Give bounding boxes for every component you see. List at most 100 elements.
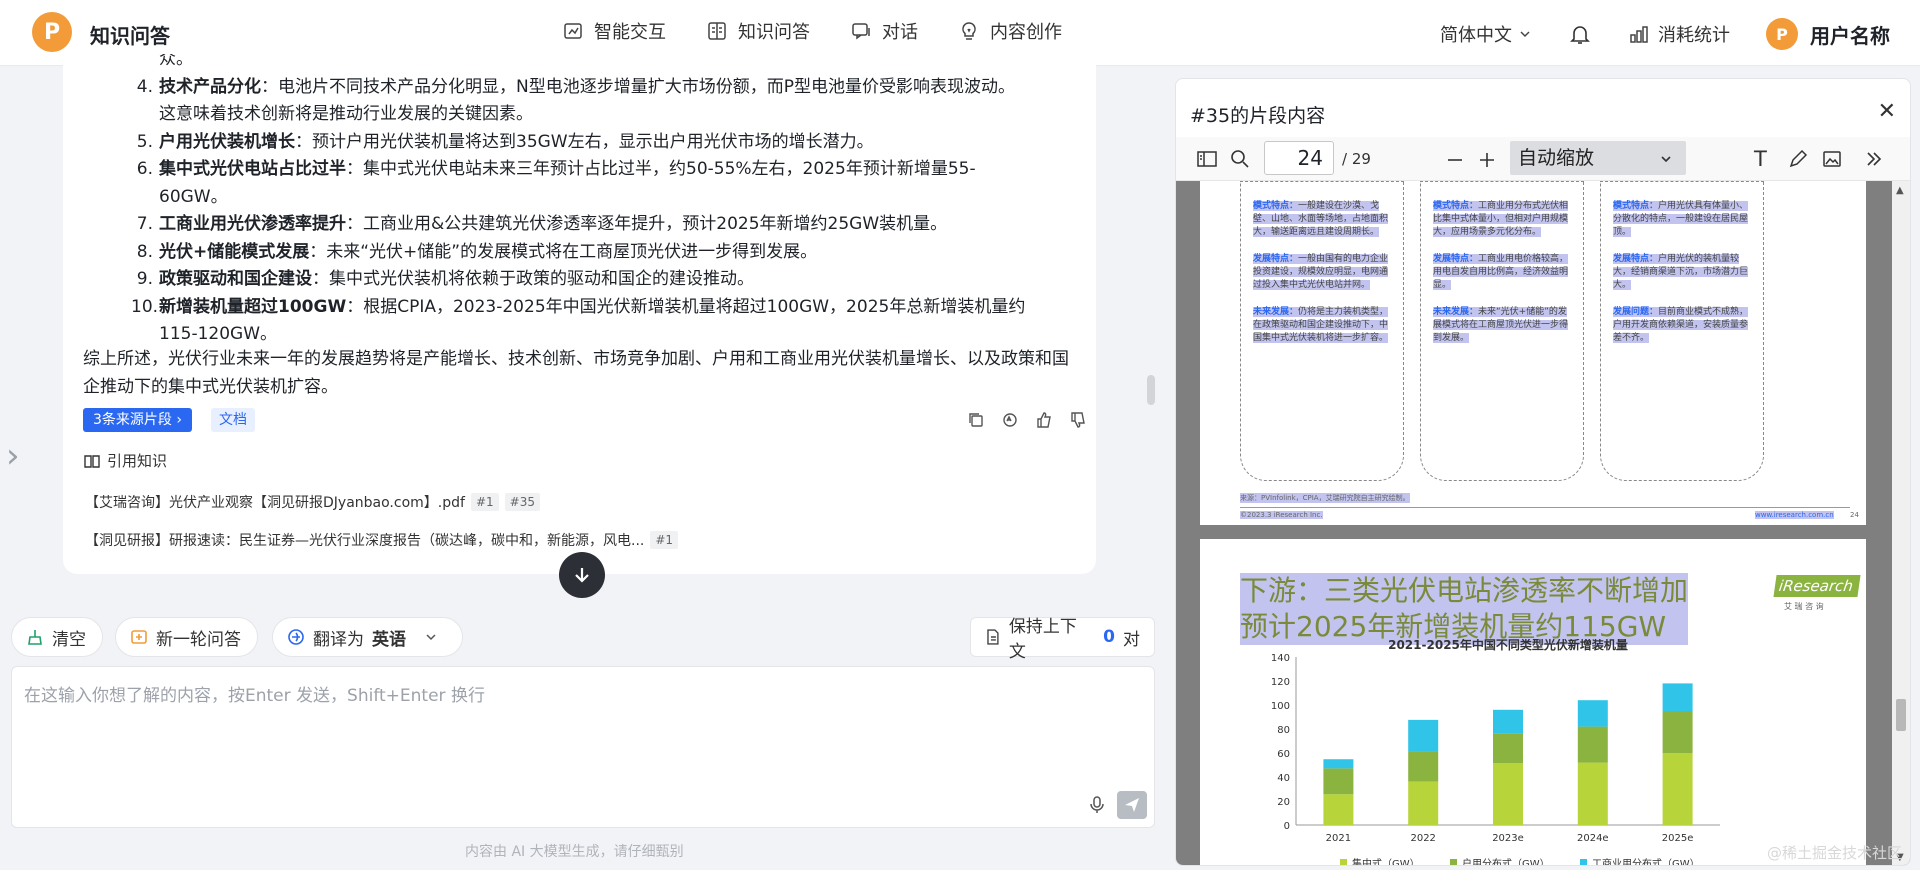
- card-paragraph: 模式特点：户用光伏具有体量小、分散化的特点，一般建设在居民屋顶。: [1613, 200, 1751, 239]
- card-paragraph: 发展特点：工商业用电价格较高，用电自发自用比例高，经济效益明显。: [1433, 253, 1571, 292]
- footer-rule: [1240, 507, 1850, 508]
- answer-card: 众。 4. 技术产品分化：电池片不同技术产品分化明显，N型电池逐步增量扩大市场份额…: [63, 54, 1096, 574]
- item-number: 6.: [136, 159, 153, 179]
- bar-segment: [1662, 683, 1693, 711]
- arrow-down-icon: [575, 568, 589, 583]
- nav-label: 知识问答: [738, 22, 810, 43]
- source-fragments-button[interactable]: 3条来源片段 ›: [83, 408, 192, 432]
- nav-item-chat[interactable]: 对话: [850, 18, 918, 44]
- context-count: 0: [1103, 627, 1115, 647]
- citation-tag[interactable]: #1: [470, 493, 499, 511]
- citation-item[interactable]: 【艾瑞咨询】光伏产业观察【洞见研报DJyanbao.com】.pdf #1 #3…: [85, 492, 540, 512]
- page-heading: 下游：三类光伏电站渗透率不断增加 预计2025年新增装机量约115GW: [1240, 573, 1689, 645]
- message-input[interactable]: 在这输入你想了解的内容，按Enter 发送，Shift+Enter 换行: [11, 666, 1155, 828]
- zoom-select[interactable]: 自动缩放: [1510, 141, 1686, 175]
- chat-icon: [852, 23, 870, 40]
- bar-segment: [1323, 794, 1354, 825]
- card-paragraph-head: 模式特点：: [1253, 201, 1299, 211]
- chevron-down-icon: [1661, 156, 1671, 163]
- citation-item[interactable]: 【洞见研报】研报速读：民生证券—光伏行业深度报告（碳达峰，碳中和，新能源，风电.…: [85, 530, 679, 550]
- doc-tag[interactable]: 文档: [211, 408, 255, 432]
- item-text: ：工商业用&公共建筑光伏渗透率逐年提升，预计2025年新增约25GW装机量。: [346, 214, 948, 234]
- list-item: 7. 工商业用光伏渗透率提升：工商业用&公共建筑光伏渗透率逐年提升，预计2025年…: [131, 211, 1031, 239]
- scroll-down-button[interactable]: [559, 552, 605, 598]
- bar-segment: [1662, 711, 1693, 753]
- source-note: 来源：PVInfolink，CPIA，艾瑞研究院自主研究绘制。: [1240, 493, 1410, 503]
- send-icon: [1125, 798, 1139, 812]
- language-label: 简体中文: [1440, 25, 1512, 46]
- feature-card: 模式特点：工商业用分布式光伏相比集中式体量小，但相对户用规模大，应用场景多元化分…: [1420, 181, 1584, 481]
- citation-tag[interactable]: #35: [504, 493, 540, 511]
- username[interactable]: 用户名称: [1810, 20, 1890, 49]
- thumb-up-icon[interactable]: [1035, 411, 1053, 429]
- app-title: 知识问答: [90, 24, 170, 48]
- nav-item-interaction[interactable]: 智能交互: [562, 18, 666, 44]
- send-button[interactable]: [1117, 791, 1147, 819]
- card-paragraph: 未来发展：未来“光伏+储能”的发展模式将在工商屋顶光伏进一步得到发展。: [1433, 306, 1571, 345]
- citation-header-label: 引用知识: [107, 452, 168, 470]
- nav-label: 内容创作: [990, 22, 1062, 43]
- avatar[interactable]: P: [1766, 18, 1798, 50]
- keep-context-label: 保持上下文: [1008, 617, 1077, 662]
- text-tool-icon[interactable]: T: [1754, 147, 1767, 171]
- vertical-scrollbar[interactable]: ▲ ▼: [1892, 181, 1910, 865]
- new-round-label: 新一轮问答: [156, 629, 241, 650]
- legend-swatch: [1340, 859, 1347, 865]
- expand-sidebar-icon[interactable]: ›: [6, 436, 20, 476]
- pen-icon[interactable]: [1788, 149, 1808, 169]
- heading-line-1: 下游：三类光伏电站渗透率不断增加: [1240, 573, 1689, 609]
- nav-label: 智能交互: [594, 22, 666, 43]
- thumb-down-icon[interactable]: [1069, 411, 1087, 429]
- chevron-down-icon: [426, 634, 436, 641]
- zoom-in-icon[interactable]: [1478, 151, 1496, 169]
- language-select[interactable]: 简体中文: [1440, 21, 1532, 47]
- item-text: ：未来“光伏+储能”的发展模式将在工商屋顶光伏进一步得到发展。: [309, 241, 818, 262]
- broom-icon: [28, 630, 42, 645]
- bell-icon[interactable]: [1568, 22, 1592, 46]
- item-title: 集中式光伏电站占比过半: [159, 159, 346, 179]
- y-tick-label: 40: [1277, 773, 1290, 784]
- regenerate-icon[interactable]: [1001, 411, 1019, 429]
- citation-tag[interactable]: #1: [650, 531, 679, 549]
- microphone-icon[interactable]: [1088, 795, 1106, 815]
- new-round-button[interactable]: 新一轮问答: [115, 617, 258, 657]
- nav-item-creation[interactable]: 内容创作: [958, 18, 1062, 44]
- page-total: / 29: [1342, 150, 1371, 168]
- card-paragraph: 发展问题：目前商业模式不成熟，户用开发商依赖渠道，安装质量参差不齐。: [1613, 306, 1751, 345]
- header-right: 简体中文 消耗统计 P 用户名称: [1440, 14, 1890, 54]
- bar-segment: [1408, 751, 1439, 782]
- top-fragment: 众。: [159, 54, 193, 69]
- app-logo[interactable]: P: [32, 12, 72, 52]
- close-icon[interactable]: ✕: [1878, 99, 1896, 124]
- resize-handle[interactable]: [1147, 375, 1155, 405]
- card-paragraph: 未来发展：仍将是主力装机类型，在政策驱动和国企建设推动下，中国集中式光伏装机将进…: [1253, 306, 1391, 345]
- pdf-viewer[interactable]: 模式特点：一般建设在沙漠、戈壁、山地、水面等场地，占地面积大，输送距离远且建设周…: [1176, 181, 1910, 865]
- y-tick-label: 140: [1271, 653, 1290, 664]
- list-item: 4. 技术产品分化：电池片不同技术产品分化明显，N型电池逐步增量扩大市场份额，而P…: [131, 74, 1031, 129]
- copy-icon[interactable]: [967, 411, 985, 429]
- scrollbar-thumb[interactable]: [1896, 699, 1906, 731]
- keep-context-toggle[interactable]: 保持上下文 0 对: [970, 617, 1155, 662]
- zoom-out-icon[interactable]: [1446, 151, 1464, 169]
- clear-button[interactable]: 清空: [11, 617, 103, 657]
- list-item-fragment: 众。: [131, 54, 1031, 74]
- card-paragraph-head: 未来发展：: [1433, 307, 1479, 317]
- page-number-input[interactable]: 24: [1264, 141, 1334, 175]
- card-paragraph: 发展特点：一般由国有的电力企业投资建设，规模效应明显，电网通过投入集中式光伏电站…: [1253, 253, 1391, 292]
- card-paragraph-head: 未来发展：: [1253, 307, 1299, 317]
- usage-stats-link[interactable]: 消耗统计: [1628, 21, 1730, 47]
- scroll-up-icon[interactable]: ▲: [1896, 185, 1904, 196]
- installed-capacity-chart: 2021-2025年中国不同类型光伏新增装机量 0 20 40 60 80 100 120 14…: [1271, 639, 1720, 865]
- translate-select[interactable]: 翻译为 英语: [272, 617, 463, 657]
- sidebar-toggle-icon[interactable]: [1196, 149, 1218, 169]
- x-tick-label: 2023e: [1492, 833, 1524, 844]
- search-icon[interactable]: [1230, 149, 1250, 169]
- nav-item-qa[interactable]: 知识问答: [706, 18, 810, 44]
- item-number: 8.: [136, 241, 153, 262]
- site-url: www.iresearch.com.cn: [1755, 511, 1834, 519]
- card-paragraph: 发展特点：户用光伏的装机量较大，经销商渠道下沉，市场潜力巨大。: [1613, 253, 1751, 292]
- clear-label: 清空: [52, 629, 86, 650]
- double-chevron-right-icon[interactable]: [1864, 149, 1884, 169]
- image-icon[interactable]: [1822, 149, 1842, 169]
- citation-text: 【洞见研报】研报速读：民生证券—光伏行业深度报告（碳达峰，碳中和，新能源，风电.…: [85, 533, 645, 549]
